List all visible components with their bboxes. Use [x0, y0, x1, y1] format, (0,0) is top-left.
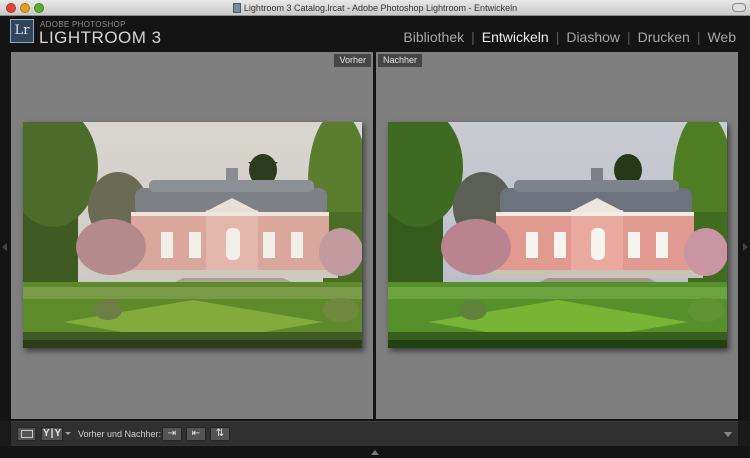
- copy-after-to-before-icon: ⇤: [191, 428, 201, 439]
- before-after-view-button[interactable]: Y|Y: [41, 427, 63, 441]
- module-separator: |: [555, 29, 560, 45]
- before-label: Vorher: [334, 54, 371, 67]
- document-icon: [232, 3, 241, 13]
- copy-before-to-after-icon: ⇥: [167, 428, 177, 439]
- module-diashow[interactable]: Diashow: [566, 29, 620, 45]
- copy-before-to-after-button[interactable]: ⇥: [162, 427, 182, 441]
- before-after-label: Vorher und Nachher:: [78, 429, 162, 439]
- loupe-view-icon: [21, 430, 33, 438]
- module-web[interactable]: Web: [707, 29, 736, 45]
- view-mode-dropdown-icon[interactable]: [65, 432, 71, 435]
- toolbar-toggle-button[interactable]: [732, 3, 746, 12]
- swap-settings-button[interactable]: ⇅: [210, 427, 230, 441]
- module-separator: |: [471, 29, 475, 45]
- before-after-view-icon: Y|Y: [43, 428, 63, 439]
- module-separator: |: [696, 29, 701, 45]
- chevron-down-icon[interactable]: [724, 432, 732, 437]
- left-panel-toggle-icon[interactable]: [2, 243, 7, 251]
- after-label: Nachher: [378, 54, 423, 67]
- module-separator: |: [627, 29, 631, 45]
- copy-after-to-before-button[interactable]: ⇤: [186, 427, 206, 441]
- swap-settings-icon: ⇅: [215, 428, 225, 439]
- module-entwickeln[interactable]: Entwickeln: [482, 29, 549, 45]
- identity-plate-header: Lr ADOBE PHOTOSHOP LIGHTROOM 3 Bibliothe…: [0, 16, 750, 50]
- loupe-view-button[interactable]: [17, 427, 36, 441]
- lightroom-logo: Lr: [10, 19, 34, 43]
- after-photo[interactable]: [388, 122, 727, 348]
- right-panel-toggle-icon[interactable]: [743, 243, 748, 251]
- module-picker: Bibliothek | Entwickeln | Diashow | Drucken | We…: [403, 29, 736, 45]
- window-title-text: Lightroom 3 Catalog.lrcat - Adobe Photos…: [243, 3, 518, 13]
- module-drucken[interactable]: Drucken: [638, 29, 690, 45]
- module-bibliothek[interactable]: Bibliothek: [403, 29, 464, 45]
- before-pane: Vorher: [11, 52, 373, 419]
- develop-compare-area: Vorher Nachher: [0, 50, 750, 421]
- brand-title: LIGHTROOM 3: [39, 28, 162, 47]
- window-title-bar: Lightroom 3 Catalog.lrcat - Adobe Photos…: [0, 0, 750, 16]
- before-photo[interactable]: [23, 122, 362, 348]
- after-photo-image: [388, 122, 727, 348]
- before-photo-image: [23, 122, 362, 348]
- window-title: Lightroom 3 Catalog.lrcat - Adobe Photos…: [0, 1, 750, 15]
- develop-toolbar: Y|Y Vorher und Nachher: ⇥ ⇤ ⇅: [11, 421, 738, 446]
- after-pane: Nachher: [376, 52, 738, 419]
- bottom-panel-strip: [0, 446, 750, 458]
- filmstrip-toggle-icon[interactable]: [371, 450, 379, 455]
